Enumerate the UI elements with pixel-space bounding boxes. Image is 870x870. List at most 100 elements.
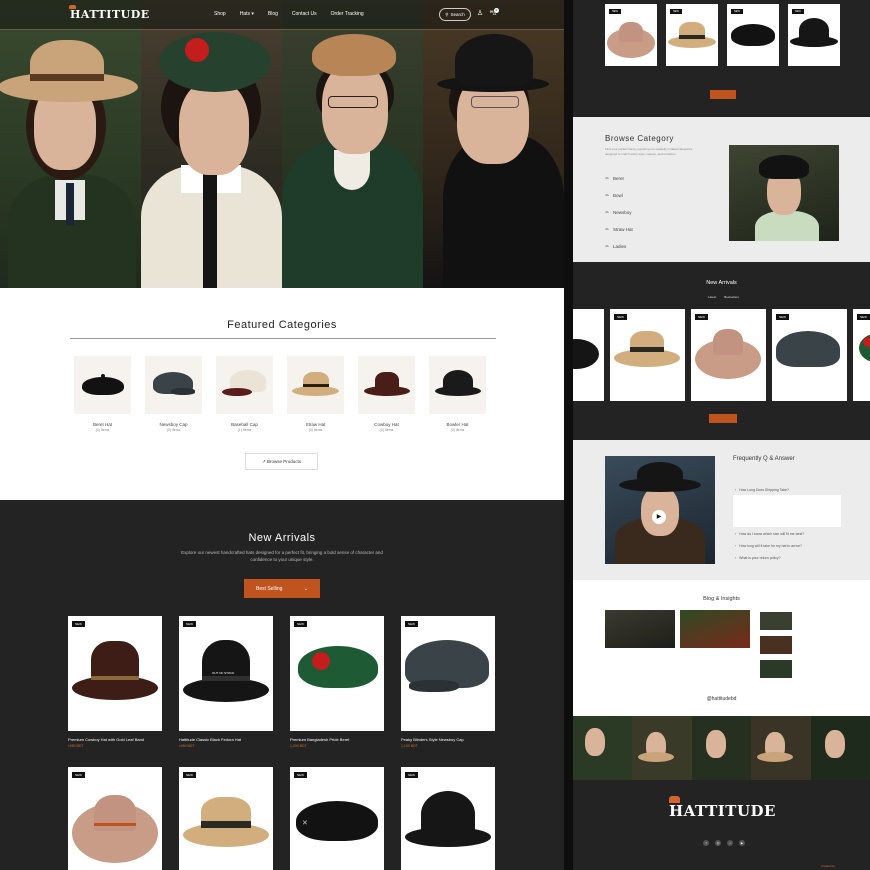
menu-item-order-tracking[interactable]: Order Tracking — [331, 11, 364, 17]
new-arrivals-description: Explore our newest handcrafted hats desi… — [181, 550, 383, 562]
tab-latest[interactable]: Latest — [708, 295, 716, 299]
faq-video-thumbnail[interactable]: ▶ — [605, 456, 715, 564]
product-card[interactable]: NEW — [179, 767, 273, 870]
tab-bestsellers[interactable]: Bestsellers — [724, 295, 739, 299]
blog-card[interactable] — [605, 610, 675, 648]
secondary-page-column: NEW NEW NEW NEW Browse Category Find you… — [573, 0, 870, 870]
site-footer: HATTITUDE f ◎ ♪ ▶ Crafted by — [573, 780, 870, 870]
arrivals-carousel: NEW NEW NEW NEW — [573, 309, 870, 401]
new-badge: NEW — [72, 621, 85, 627]
category-link-beret[interactable]: ⌓ Beret — [605, 175, 633, 181]
instagram-handle[interactable]: @hattitudebd — [573, 696, 870, 702]
account-icon[interactable]: ♙ — [476, 10, 484, 18]
product-card[interactable]: NEW ✕ — [290, 767, 384, 870]
hat-icon: ⌓ — [605, 175, 609, 181]
instagram-photo[interactable] — [810, 716, 870, 780]
category-image — [145, 356, 202, 414]
blog-image — [680, 610, 750, 648]
category-link-straw[interactable]: ⌓ Straw Hat — [605, 226, 633, 232]
facebook-icon[interactable]: f — [703, 840, 709, 846]
featured-categories-section: Featured Categories Beret Hat (0) Items … — [0, 288, 564, 500]
menu-item-hats[interactable]: Hats ▾ — [240, 11, 254, 17]
column-gap — [564, 0, 573, 870]
instagram-photo[interactable] — [751, 716, 811, 780]
new-arrivals-carousel-title: New Arrivals — [706, 280, 737, 286]
category-image — [429, 356, 486, 414]
product-card[interactable]: NEW Premium Bangladesh Pride Beret 1,200… — [290, 616, 384, 750]
product-card[interactable]: NEW — [727, 4, 779, 66]
faq-question[interactable]: › How Long Does Shipping Take? — [735, 488, 789, 492]
tiktok-icon[interactable]: ♪ — [727, 840, 733, 846]
category-link-bowl[interactable]: ⌓ Bowl — [605, 192, 633, 198]
product-card[interactable]: NEW — [401, 767, 495, 870]
view-all-button[interactable] — [710, 90, 736, 99]
top-navigation: HATTITUDE Shop Hats ▾ Blog Contact Us Or… — [0, 0, 564, 30]
menu-item-blog[interactable]: Blog — [268, 11, 278, 17]
category-card-cowboy[interactable]: Cowboy Hat (0) Items — [358, 356, 415, 432]
category-card-straw[interactable]: Straw Hat (0) Items — [287, 356, 344, 432]
category-link-list: ⌓ Beret ⌓ Bowl ⌓ Newsboy ⌓ Straw Hat ⌓ Ladies — [605, 175, 633, 260]
category-card-bowler[interactable]: Bowler Hat (0) Items — [429, 356, 486, 432]
product-grid-row-2: NEW NEW NEW ✕ NEW — [68, 767, 495, 870]
category-card-beret[interactable]: Beret Hat (0) Items — [74, 356, 131, 432]
faq-question[interactable]: › How do I know which size will fit me be… — [735, 532, 804, 536]
footer-credit: Crafted by — [821, 864, 835, 868]
hat-icon: ⌓ — [605, 226, 609, 232]
category-list: Beret Hat (0) Items Newsboy Cap (0) Item… — [74, 356, 486, 432]
product-card[interactable]: NEW Peaky Blinders Style Newsboy Cap 1,1… — [401, 616, 495, 750]
carousel-card[interactable]: NEW — [772, 309, 847, 401]
blog-list-item[interactable] — [760, 636, 792, 654]
faq-question[interactable]: › How long will it take for my hat to arr… — [735, 544, 802, 548]
sort-select[interactable]: Best Selling ⌄ — [244, 579, 320, 598]
product-image: NEW — [666, 4, 718, 66]
product-card[interactable]: NEW — [605, 4, 657, 66]
carousel-card[interactable]: NEW — [691, 309, 766, 401]
product-image: NEW — [290, 616, 384, 731]
product-card[interactable]: NEW Premium Cowboy Hat with Gold Leaf Ba… — [68, 616, 162, 750]
carousel-card[interactable]: NEW — [610, 309, 685, 401]
category-card-baseball[interactable]: Baseball Cap (1) Items — [216, 356, 273, 432]
carousel-card[interactable]: NEW — [853, 309, 870, 401]
cart-count-badge: 0 — [494, 8, 499, 13]
instagram-photo[interactable] — [573, 716, 633, 780]
instagram-photo[interactable] — [691, 716, 752, 780]
category-image — [74, 356, 131, 414]
main-menu: Shop Hats ▾ Blog Contact Us Order Tracki… — [214, 11, 364, 17]
chevron-icon: › — [735, 488, 737, 492]
menu-item-contact[interactable]: Contact Us — [292, 11, 317, 17]
menu-item-shop[interactable]: Shop — [214, 11, 226, 17]
hero-model-brown-cap — [282, 0, 423, 288]
category-card-newsboy[interactable]: Newsboy Cap (0) Items — [145, 356, 202, 432]
youtube-icon[interactable]: ▶ — [739, 840, 745, 846]
out-of-stock-label: OUT OF STOCK — [212, 671, 235, 675]
instagram-gallery — [573, 716, 870, 780]
faq-question[interactable]: › What is your return policy? — [735, 556, 781, 560]
category-link-newsboy[interactable]: ⌓ Newsboy — [605, 209, 633, 215]
footer-logo[interactable]: HATTITUDE — [669, 796, 776, 820]
faq-answer-panel — [733, 495, 841, 527]
new-arrivals-section: New Arrivals Explore our newest handcraf… — [0, 500, 564, 870]
product-image: NEW — [179, 767, 273, 870]
chevron-icon: › — [735, 532, 737, 536]
instagram-photo[interactable] — [632, 716, 692, 780]
play-icon[interactable]: ▶ — [652, 510, 666, 524]
product-card[interactable]: NEW — [788, 4, 840, 66]
carousel-card[interactable] — [573, 309, 604, 401]
blog-list-item[interactable] — [760, 612, 792, 630]
blog-card[interactable] — [680, 610, 750, 648]
site-logo[interactable]: HATTITUDE — [69, 5, 150, 21]
category-link-ladies[interactable]: ⌓ Ladies — [605, 243, 633, 249]
title-divider — [70, 338, 496, 339]
hero-banner — [0, 0, 564, 288]
view-more-button[interactable] — [709, 414, 737, 423]
chevron-icon: › — [735, 544, 737, 548]
browse-products-button[interactable]: ↗ Browse Products — [245, 453, 318, 470]
product-card[interactable]: NEW — [666, 4, 718, 66]
search-button[interactable]: ⚲ Search — [439, 8, 471, 21]
product-card[interactable]: NEW — [68, 767, 162, 870]
hat-icon: ⌓ — [605, 192, 609, 198]
instagram-icon[interactable]: ◎ — [715, 840, 721, 846]
product-card[interactable]: NEW OUT OF STOCK Hattitude Classic Black… — [179, 616, 273, 750]
blog-list-item[interactable] — [760, 660, 792, 678]
hat-icon: ⌓ — [605, 209, 609, 215]
